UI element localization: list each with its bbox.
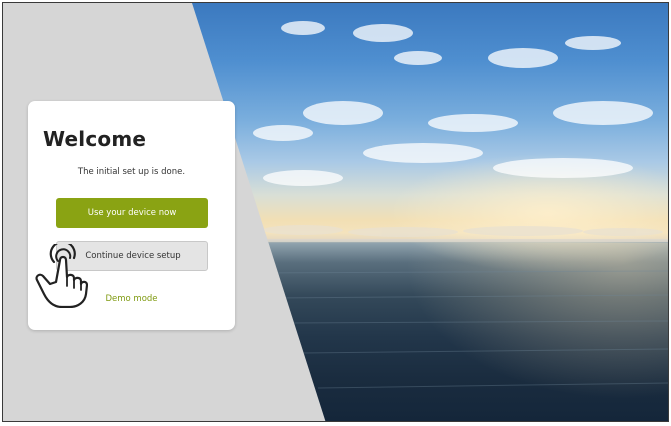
touch-hand-icon [35,244,88,308]
welcome-title: Welcome [43,127,147,151]
welcome-subtitle: The initial set up is done. [77,167,186,177]
sea-reflection [368,243,668,421]
use-device-now-button[interactable]: Use your device now [56,198,208,228]
setup-screen: Welcome The initial set up is done. Use … [2,2,669,422]
